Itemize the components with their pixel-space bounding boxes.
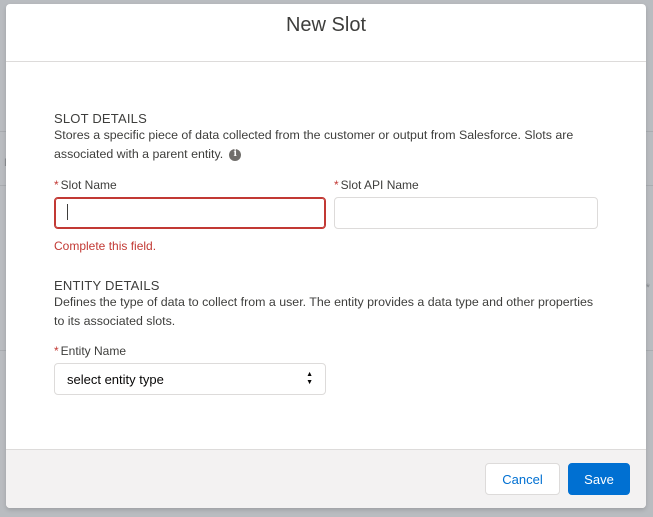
slot-details-heading: SLOT DETAILS	[54, 111, 147, 126]
slot-details-description: Stores a specific piece of data collecte…	[54, 126, 594, 164]
text-cursor	[67, 204, 68, 220]
slot-api-name-label-text: Slot API Name	[340, 178, 419, 192]
background-text-fragment: *	[645, 282, 650, 294]
select-arrows-icon: ▲ ▼	[306, 371, 313, 386]
required-indicator: *	[54, 178, 59, 192]
required-indicator: *	[334, 178, 339, 192]
slot-api-name-label: * Slot API Name	[334, 178, 419, 192]
entity-details-description: Defines the type of data to collect from…	[54, 295, 594, 328]
required-indicator: *	[54, 344, 59, 358]
slot-name-input[interactable]	[54, 197, 326, 229]
info-icon[interactable]: i	[229, 148, 242, 161]
slot-name-error: Complete this field.	[54, 239, 157, 253]
modal-body: SLOT DETAILS Stores a specific piece of …	[6, 62, 646, 449]
save-button[interactable]: Save	[568, 463, 630, 495]
new-slot-modal: New Slot SLOT DETAILS Stores a specific …	[6, 4, 646, 508]
modal-footer: Cancel Save	[6, 449, 646, 508]
slot-name-label-text: Slot Name	[60, 178, 117, 192]
modal-title: New Slot	[285, 13, 367, 36]
entity-name-label: * Entity Name	[54, 344, 126, 358]
entity-name-label-text: Entity Name	[60, 344, 127, 358]
slot-api-name-input[interactable]	[334, 197, 598, 229]
entity-type-select[interactable]: select entity type ▲ ▼	[54, 363, 326, 395]
entity-details-heading: ENTITY DETAILS	[54, 278, 160, 293]
entity-type-select-value: select entity type	[67, 371, 164, 387]
modal-header: New Slot	[6, 4, 646, 62]
cancel-button[interactable]: Cancel	[485, 463, 560, 495]
slot-details-description-text: Stores a specific piece of data collecte…	[54, 128, 574, 161]
slot-name-label: * Slot Name	[54, 178, 117, 192]
slot-name-field-wrapper	[54, 197, 326, 229]
